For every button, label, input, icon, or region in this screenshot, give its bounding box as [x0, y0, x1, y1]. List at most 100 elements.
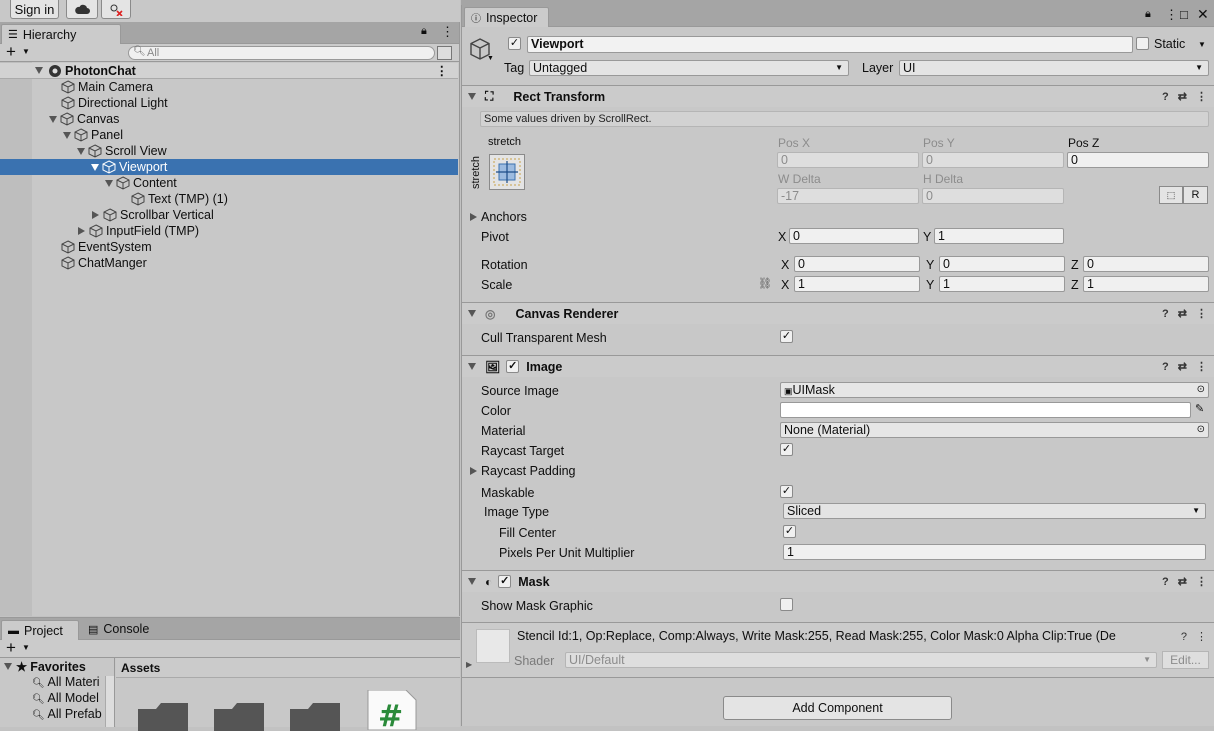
favorites-header[interactable]: ★ Favorites [4, 659, 86, 674]
raw-edit-button[interactable]: R [1183, 186, 1208, 204]
list-item[interactable]: Scrollbar Vertical [0, 207, 458, 223]
presets-icon[interactable]: ⇄ [1178, 575, 1187, 588]
help-icon[interactable]: ? [1162, 308, 1169, 320]
canvas-renderer-header[interactable]: ◎ Canvas Renderer ? ⇄ ⋮ [462, 302, 1214, 324]
pivot-y-field[interactable]: 1 [934, 228, 1064, 244]
active-checkbox[interactable]: ✓ [508, 37, 521, 50]
hierarchy-search-input[interactable]: 🔍︎ All [128, 46, 435, 60]
list-item-selected[interactable]: Viewport [0, 159, 458, 175]
cull-checkbox[interactable]: ✓ [780, 330, 793, 343]
collab-button[interactable] [101, 0, 131, 19]
expand-arrow-icon[interactable] [468, 578, 476, 585]
help-icon[interactable]: ? [1162, 91, 1169, 103]
expand-arrow-icon[interactable] [468, 363, 476, 370]
collapsed-arrow-icon[interactable] [470, 467, 477, 475]
raycast-target-checkbox[interactable]: ✓ [780, 443, 793, 456]
list-item[interactable]: 🔍︎ All Materi [32, 675, 100, 689]
anchors-foldout[interactable]: Anchors [470, 210, 527, 224]
kebab-menu-icon[interactable]: ⋮ [1196, 575, 1207, 588]
rotation-z-field[interactable]: 0 [1083, 256, 1209, 272]
help-icon[interactable]: ? [1162, 576, 1169, 588]
list-item[interactable]: Content [0, 175, 458, 191]
expand-arrow-icon[interactable] [91, 163, 99, 171]
edit-shader-button[interactable]: Edit... [1162, 651, 1209, 669]
list-item[interactable]: EventSystem [0, 239, 458, 255]
csharp-script-icon[interactable]: # [364, 690, 418, 730]
expand-arrow-icon[interactable] [77, 147, 85, 155]
list-item[interactable]: Canvas [0, 111, 458, 127]
lock-icon[interactable]: 🔒︎ [421, 25, 427, 38]
scene-row[interactable]: PhotonChat ⋮ [0, 63, 458, 79]
list-item[interactable]: Directional Light [0, 95, 458, 111]
expand-arrow-icon[interactable] [63, 131, 71, 139]
source-image-field[interactable]: ▣UIMask ⊙ [780, 382, 1209, 398]
scale-y-field[interactable]: 1 [939, 276, 1065, 292]
image-header[interactable]: 🖼︎ ✓ Image ? ⇄ ⋮ [462, 355, 1214, 377]
collapsed-arrow-icon[interactable]: ▶ [466, 660, 472, 669]
scale-x-field[interactable]: 1 [794, 276, 920, 292]
object-name-field[interactable]: Viewport [527, 36, 1133, 53]
rotation-x-field[interactable]: 0 [794, 256, 920, 272]
chevron-down-icon[interactable]: ▼ [22, 643, 30, 652]
kebab-menu-icon[interactable]: ⋮ [1196, 630, 1207, 643]
expand-arrow-icon[interactable] [468, 93, 476, 100]
help-icon[interactable]: ? [1162, 361, 1169, 373]
color-swatch[interactable] [780, 402, 1191, 418]
object-picker-icon[interactable]: ⊙ [1197, 383, 1205, 397]
list-item[interactable]: Panel [0, 127, 458, 143]
add-plus-icon[interactable]: + [6, 638, 16, 658]
chevron-down-icon[interactable]: ▼ [1198, 40, 1206, 49]
add-plus-icon[interactable]: + [6, 42, 16, 62]
presets-icon[interactable]: ⇄ [1178, 90, 1187, 103]
folder-icon[interactable] [214, 701, 264, 731]
cloud-button[interactable] [66, 0, 98, 19]
kebab-menu-icon[interactable]: ⋮ [436, 63, 449, 78]
collapsed-arrow-icon[interactable] [92, 211, 99, 219]
mask-enabled-checkbox[interactable]: ✓ [498, 575, 512, 588]
rect-transform-header[interactable]: ⛶ Rect Transform ? ⇄ ⋮ [462, 85, 1214, 107]
blueprint-mode-button[interactable]: ⬚ [1159, 186, 1183, 204]
tab-console[interactable]: ▤ Console [88, 622, 149, 636]
list-item[interactable]: 🔍︎ All Model [32, 691, 99, 705]
material-field[interactable]: None (Material) ⊙ [780, 422, 1209, 438]
list-item[interactable]: 🔍︎ All Prefab [32, 707, 102, 721]
list-item[interactable]: Main Camera [0, 79, 458, 95]
add-component-button[interactable]: Add Component [723, 696, 952, 720]
tab-inspector[interactable]: ⓘ Inspector [464, 7, 549, 27]
tab-project[interactable]: ▬ Project [1, 620, 79, 640]
sign-in-button[interactable]: Sign in [10, 0, 59, 19]
tab-hierarchy[interactable]: ☰ Hierarchy [1, 24, 121, 44]
maskable-checkbox[interactable]: ✓ [780, 485, 793, 498]
object-picker-icon[interactable]: ⊙ [1197, 423, 1205, 437]
collapsed-arrow-icon[interactable] [470, 213, 477, 221]
presets-icon[interactable]: ⇄ [1178, 360, 1187, 373]
image-type-dropdown[interactable]: Sliced ▼ [783, 503, 1206, 519]
posz-field[interactable]: 0 [1067, 152, 1209, 168]
lock-icon[interactable]: 🔒︎ [1145, 8, 1151, 21]
kebab-menu-icon[interactable]: ⋮ [1196, 360, 1207, 373]
assets-breadcrumb[interactable]: Assets [116, 658, 460, 678]
kebab-menu-icon[interactable]: ⋮ [1196, 307, 1207, 320]
raycast-padding-foldout[interactable]: Raycast Padding [470, 464, 576, 478]
expand-arrow-icon[interactable] [35, 67, 43, 74]
kebab-menu-icon[interactable]: ⋮ [441, 24, 454, 40]
folder-icon[interactable] [138, 701, 188, 731]
fill-center-checkbox[interactable]: ✓ [783, 525, 796, 538]
help-icon[interactable]: ? [1181, 631, 1187, 643]
close-icon[interactable]: ✕ [1197, 6, 1209, 23]
scrollbar[interactable] [105, 676, 114, 727]
chevron-down-icon[interactable]: ▼ [22, 47, 30, 56]
collapsed-arrow-icon[interactable] [78, 227, 85, 235]
constrain-proportions-icon[interactable]: ⛓︎ [758, 277, 772, 290]
ppu-field[interactable]: 1 [783, 544, 1206, 560]
scale-z-field[interactable]: 1 [1083, 276, 1209, 292]
list-item[interactable]: InputField (TMP) [0, 223, 458, 239]
maximize-icon[interactable]: □ [1180, 7, 1188, 22]
list-item[interactable]: Text (TMP) (1) [0, 191, 458, 207]
kebab-menu-icon[interactable]: ⋮ [1165, 7, 1178, 23]
kebab-menu-icon[interactable]: ⋮ [1196, 90, 1207, 103]
expand-arrow-icon[interactable] [49, 115, 57, 123]
eyedropper-icon[interactable]: ✎ [1195, 402, 1204, 415]
anchor-presets-button[interactable] [489, 154, 525, 190]
tag-dropdown[interactable]: Untagged ▼ [529, 60, 849, 76]
